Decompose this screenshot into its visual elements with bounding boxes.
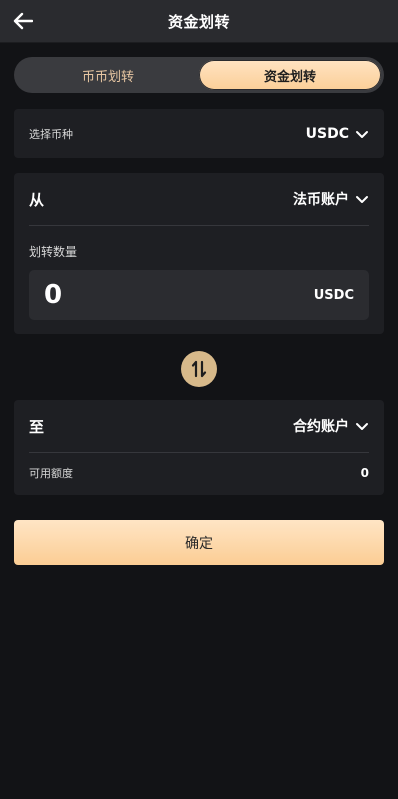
to-account-dropdown[interactable]: 合约账户 (293, 416, 369, 436)
page-title: 资金划转 (167, 12, 230, 31)
to-account-value: 合约账户 (293, 419, 349, 435)
tab-coin-transfer[interactable]: 币币划转 (17, 60, 199, 90)
swap-vertical-icon (191, 360, 207, 378)
amount-field: USDC (29, 270, 369, 320)
chevron-down-icon (356, 196, 368, 203)
arrow-left-icon (13, 12, 33, 30)
transfer-type-tabs: 币币划转 资金划转 (14, 57, 384, 93)
amount-input[interactable] (44, 280, 244, 310)
to-card: 至 合约账户 可用额度 0 (14, 400, 384, 495)
top-nav-bar: 资金划转 (0, 0, 398, 43)
from-card: 从 法币账户 划转数量 USDC (14, 173, 384, 334)
from-account-value: 法币账户 (293, 192, 349, 208)
coin-select-dropdown[interactable]: USDC (306, 126, 369, 142)
chevron-down-icon (356, 423, 368, 430)
tab-fund-transfer[interactable]: 资金划转 (199, 60, 381, 90)
coin-select-card: 选择币种 USDC (14, 109, 384, 158)
confirm-button[interactable]: 确定 (14, 520, 384, 565)
coin-select-value: USDC (305, 125, 349, 142)
back-button[interactable] (8, 6, 38, 36)
amount-label: 划转数量 (29, 244, 78, 259)
to-label: 至 (29, 417, 45, 436)
from-label: 从 (29, 190, 45, 209)
chevron-down-icon (356, 130, 368, 138)
swap-direction-button[interactable] (181, 351, 217, 387)
from-account-dropdown[interactable]: 法币账户 (293, 189, 369, 209)
amount-unit: USDC (313, 287, 354, 303)
coin-select-label: 选择币种 (29, 127, 73, 141)
available-value: 0 (360, 466, 369, 480)
available-label: 可用额度 (29, 467, 73, 480)
